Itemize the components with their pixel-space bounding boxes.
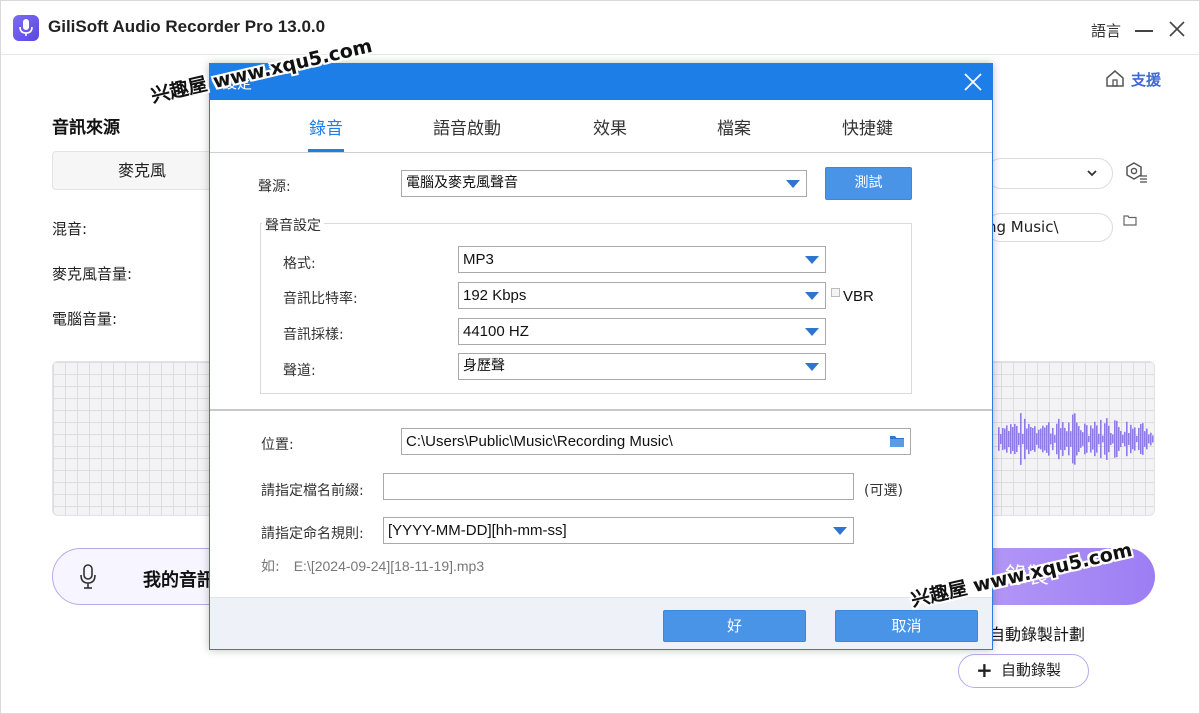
file-prefix-input[interactable] [383, 473, 854, 500]
support-link[interactable]: 支援 [1105, 69, 1161, 90]
folder-icon[interactable] [1123, 214, 1137, 226]
sample-rate-value: 44100 HZ [463, 323, 529, 340]
example-value: E:\[2024-09-24][18-11-19].mp3 [293, 558, 485, 574]
sound-settings-title: 聲音設定 [262, 215, 324, 235]
naming-rule-value: [YYYY-MM-DD][hh-mm-ss] [388, 522, 567, 539]
optional-hint: (可選) [864, 483, 903, 499]
dialog-footer: 好 取消 [210, 597, 992, 649]
bitrate-label: 音訊比特率: [283, 291, 358, 307]
sample-rate-select[interactable]: 44100 HZ [458, 318, 826, 345]
plus-icon: + [976, 658, 993, 682]
auto-record-button[interactable]: + 自動錄製 [958, 654, 1089, 688]
output-path-value: ng Music\ [987, 218, 1059, 236]
bitrate-select[interactable]: 192 Kbps [458, 282, 826, 309]
browse-folder-icon[interactable] [889, 434, 905, 448]
tab-voice-activation[interactable]: 語音啟動 [433, 114, 501, 139]
naming-rule-label: 請指定命名規則: [261, 526, 364, 542]
audio-source-title: 音訊來源 [52, 118, 120, 138]
section-divider [210, 409, 992, 411]
cancel-button[interactable]: 取消 [835, 610, 978, 642]
format-value: MP3 [463, 251, 494, 268]
microphone-icon [80, 564, 96, 589]
title-bar: GiliSoft Audio Recorder Pro 13.0.0 語言 [1, 1, 1199, 55]
dropdown-arrow-icon [805, 328, 819, 336]
home-icon [1106, 70, 1124, 87]
location-label: 位置: [261, 437, 294, 453]
settings-dialog: 設定 錄音 語音啟動 效果 檔案 快捷鍵 聲源: 電腦及麥克風聲音 測試 聲音設… [209, 63, 993, 650]
dialog-close-icon[interactable] [963, 72, 983, 92]
channel-label: 聲道: [283, 363, 316, 379]
mic-volume-label: 麥克風音量: [52, 265, 133, 283]
output-path-field[interactable]: ng Music\ [986, 213, 1113, 242]
source-tab-microphone[interactable]: 麥克風 [52, 151, 232, 190]
sound-source-label: 聲源: [258, 179, 291, 195]
example-filename: 如: E:\[2024-09-24][18-11-19].mp3 [261, 556, 484, 576]
sample-rate-label: 音訊採樣: [283, 327, 344, 343]
vbr-checkbox[interactable] [831, 288, 840, 297]
close-icon[interactable] [1167, 19, 1187, 39]
channel-select[interactable]: 身歷聲 [458, 353, 826, 380]
dropdown-arrow-icon [805, 363, 819, 371]
tab-hotkeys[interactable]: 快捷鍵 [842, 114, 893, 139]
app-title: GiliSoft Audio Recorder Pro 13.0.0 [48, 17, 326, 36]
pc-volume-label: 電腦音量: [52, 310, 118, 328]
example-label: 如: [261, 559, 280, 575]
location-input[interactable]: C:\Users\Public\Music\Recording Music\ [401, 428, 911, 455]
tab-files[interactable]: 檔案 [717, 114, 751, 139]
dropdown-arrow-icon [805, 292, 819, 300]
my-audio-label: 我的音訊 [143, 570, 215, 591]
minimize-icon[interactable] [1135, 30, 1153, 32]
sound-source-value: 電腦及麥克風聲音 [406, 175, 518, 191]
source-device-select[interactable] [986, 158, 1113, 189]
bitrate-value: 192 Kbps [463, 287, 527, 304]
support-label: 支援 [1131, 71, 1162, 89]
active-tab-indicator [308, 149, 344, 152]
test-button[interactable]: 測試 [825, 167, 912, 200]
tab-recording[interactable]: 錄音 [309, 114, 343, 139]
audio-settings-icon[interactable] [1124, 162, 1148, 184]
vbr-label: VBR [843, 288, 874, 305]
format-select[interactable]: MP3 [458, 246, 826, 273]
format-label: 格式: [283, 256, 316, 272]
dialog-tabs: 錄音 語音啟動 效果 檔案 快捷鍵 [210, 100, 992, 153]
tab-effects[interactable]: 效果 [593, 114, 627, 139]
dropdown-arrow-icon [805, 256, 819, 264]
mix-label: 混音: [52, 220, 88, 238]
sound-source-select[interactable]: 電腦及麥克風聲音 [401, 170, 807, 197]
dialog-title-bar: 設定 [210, 64, 992, 100]
auto-record-label: 自動錄製 [1001, 661, 1062, 679]
location-value: C:\Users\Public\Music\Recording Music\ [406, 433, 673, 450]
ok-button[interactable]: 好 [663, 610, 806, 642]
naming-rule-select[interactable]: [YYYY-MM-DD][hh-mm-ss] [383, 517, 854, 544]
auto-record-plan-label: 自動錄製計劃 [989, 625, 1086, 644]
dropdown-arrow-icon [786, 180, 800, 188]
app-logo-icon [13, 15, 39, 41]
chevron-down-icon [1087, 170, 1097, 177]
channel-value: 身歷聲 [463, 358, 505, 374]
language-button[interactable]: 語言 [1091, 20, 1121, 41]
file-prefix-label: 請指定檔名前綴: [261, 483, 364, 499]
dropdown-arrow-icon [833, 527, 847, 535]
